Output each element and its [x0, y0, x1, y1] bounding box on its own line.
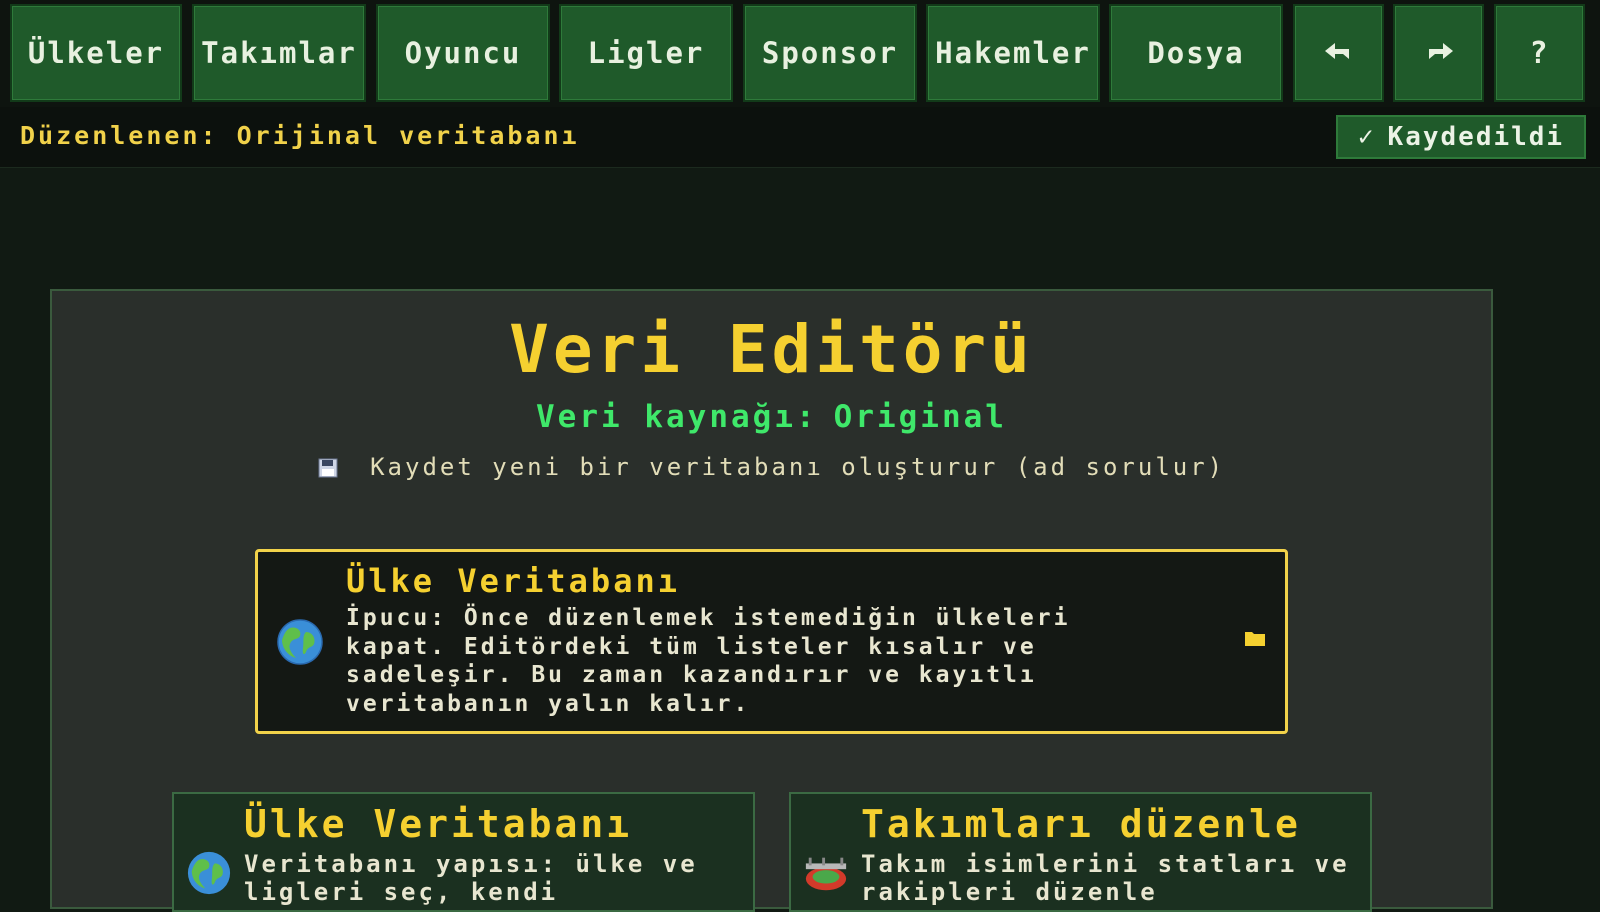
nav-button-referees[interactable]: Hakemler: [926, 4, 1100, 102]
save-hint: Kaydet yeni bir veritabanı oluşturur (ad…: [52, 453, 1491, 481]
nav-label-teams: Takımlar: [201, 36, 357, 70]
nav-label-leagues: Ligler: [587, 36, 705, 70]
nav-button-file[interactable]: Dosya: [1109, 4, 1283, 102]
nav-button-teams[interactable]: Takımlar: [192, 4, 366, 102]
data-source-value: Original: [833, 399, 1007, 435]
country-database-tip-card[interactable]: Ülke Veritabanı İpucu: Önce düzenlemek i…: [255, 549, 1288, 734]
nav-label-sponsor: Sponsor: [761, 36, 899, 70]
nav-button-sponsor[interactable]: Sponsor: [743, 4, 917, 102]
help-button[interactable]: ?: [1494, 4, 1585, 102]
editing-database-label: Düzenlenen: Orijinal veritabanı: [20, 121, 580, 150]
edit-teams-card[interactable]: Takımları düzenle Takım isimlerini statl…: [789, 792, 1372, 912]
stadium-icon: [805, 857, 847, 891]
nav-label-player: Oyuncu: [404, 36, 522, 70]
globe-icon: [187, 851, 231, 895]
nav-label-referees: Hakemler: [935, 36, 1091, 70]
card-title: Takımları düzenle: [861, 802, 1301, 846]
undo-button[interactable]: [1293, 4, 1384, 102]
data-source-line: Veri kaynağı: Original: [52, 399, 1491, 435]
undo-icon: [1324, 43, 1349, 59]
save-hint-text: Kaydet yeni bir veritabanı oluşturur (ad…: [370, 453, 1226, 481]
globe-icon: [277, 619, 323, 665]
card-title: Ülke Veritabanı: [244, 802, 633, 846]
nav-button-player[interactable]: Oyuncu: [376, 4, 550, 102]
saved-status-button[interactable]: ✓ Kaydedildi: [1336, 115, 1586, 159]
redo-icon: [1428, 43, 1453, 59]
top-navigation-bar: Ülkeler Takımlar Oyuncu Ligler Sponsor H…: [0, 0, 1600, 107]
nav-button-countries[interactable]: Ülkeler: [10, 4, 182, 102]
status-bar: Düzenlenen: Orijinal veritabanı ✓ Kayded…: [0, 107, 1600, 168]
card-body: Veritabanı yapısı: ülke ve ligleri seç, …: [244, 850, 698, 906]
redo-button[interactable]: [1393, 4, 1484, 102]
country-database-card[interactable]: Ülke Veritabanı Veritabanı yapısı: ülke …: [172, 792, 755, 912]
tip-card-body: İpucu: Önce düzenlemek istemediğin ülkel…: [346, 605, 1071, 717]
card-body: Takım isimlerini statları ve rakipleri d…: [861, 850, 1350, 906]
page-title: Veri Editörü: [509, 311, 1034, 388]
floppy-disk-icon: [318, 456, 354, 481]
nav-label-file: Dosya: [1147, 36, 1245, 70]
check-icon: ✓: [1357, 122, 1376, 152]
help-label: ?: [1529, 35, 1550, 71]
data-source-label: Veri kaynağı:: [536, 399, 818, 435]
tip-card-title: Ülke Veritabanı: [346, 562, 680, 600]
saved-status-label: Kaydedildi: [1387, 122, 1565, 152]
folder-icon: [1245, 632, 1265, 646]
nav-label-countries: Ülkeler: [27, 36, 165, 70]
nav-button-leagues[interactable]: Ligler: [559, 4, 733, 102]
